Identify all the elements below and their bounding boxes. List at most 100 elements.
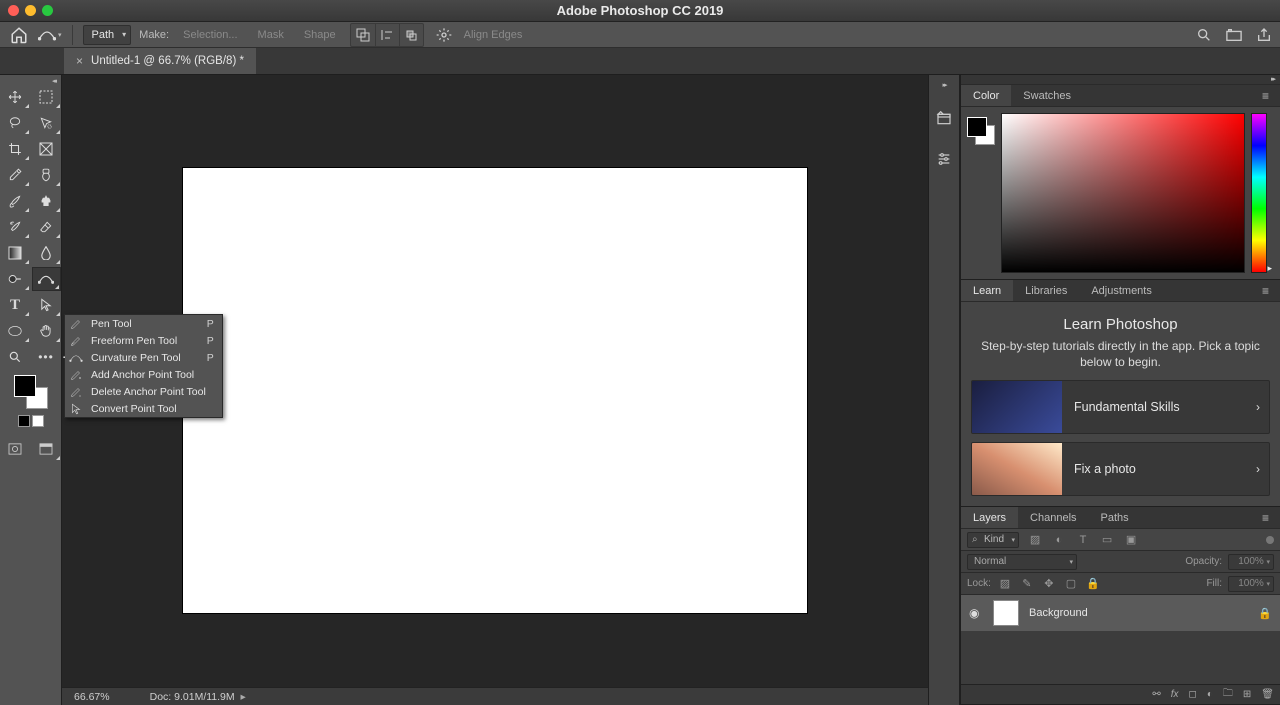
close-tab-icon[interactable]: ×	[76, 54, 83, 68]
link-layers-icon[interactable]: ⚯	[1152, 689, 1160, 700]
flyout-item-freeform-pen[interactable]: Freeform Pen Tool P	[65, 332, 222, 349]
color-field[interactable]	[1001, 113, 1245, 273]
tab-libraries[interactable]: Libraries	[1013, 280, 1079, 301]
collapse-panels-icon[interactable]: ▸▸	[961, 75, 1280, 85]
flyout-item-pen[interactable]: Pen Tool P	[65, 315, 222, 332]
frame-icon[interactable]	[1226, 28, 1242, 42]
flyout-item-delete-anchor[interactable]: Delete Anchor Point Tool	[65, 383, 222, 400]
history-panel-icon[interactable]	[934, 109, 954, 129]
lock-all-icon[interactable]: 🔒	[1085, 577, 1101, 590]
layer-style-icon[interactable]: fx	[1171, 689, 1179, 700]
window-maximize-button[interactable]	[42, 5, 53, 16]
collapse-toolbox-icon[interactable]: ◂◂	[52, 77, 61, 85]
search-icon[interactable]	[1196, 27, 1212, 43]
healing-brush-tool[interactable]	[32, 163, 61, 187]
new-layer-icon[interactable]: ⊞	[1243, 689, 1251, 700]
flyout-item-add-anchor[interactable]: Add Anchor Point Tool	[65, 366, 222, 383]
layer-mask-icon[interactable]: ◻	[1189, 689, 1197, 700]
eraser-tool[interactable]	[32, 215, 61, 239]
crop-tool[interactable]	[1, 137, 30, 161]
eyedropper-tool[interactable]	[1, 163, 30, 187]
lock-transparency-icon[interactable]: ▨	[997, 577, 1013, 590]
group-icon[interactable]: 🗀	[1223, 686, 1233, 703]
edit-toolbar-button[interactable]: •••	[32, 345, 61, 369]
fill-field[interactable]: 100%	[1228, 576, 1274, 592]
layer-item-background[interactable]: ◉ Background 🔒	[961, 595, 1280, 631]
share-icon[interactable]	[1256, 27, 1272, 43]
screen-mode-button[interactable]	[32, 437, 61, 461]
blur-tool[interactable]	[32, 241, 61, 265]
tab-learn[interactable]: Learn	[961, 280, 1013, 301]
move-tool[interactable]	[1, 85, 30, 109]
home-button[interactable]	[8, 24, 30, 46]
blend-mode-dropdown[interactable]: Normal	[967, 554, 1077, 570]
brush-tool[interactable]	[1, 189, 30, 213]
path-combine-icon[interactable]	[351, 24, 375, 46]
doc-info[interactable]: Doc: 9.01M/11.9M ▸	[150, 691, 246, 703]
active-tool-icon[interactable]: ▾	[38, 28, 62, 42]
filter-smart-icon[interactable]: ▣	[1123, 533, 1139, 546]
opacity-field[interactable]: 100%	[1228, 554, 1274, 570]
type-tool[interactable]: T	[1, 293, 30, 317]
panel-menu-icon[interactable]: ≡	[1262, 89, 1276, 101]
pen-tool[interactable]	[32, 267, 61, 291]
path-align-icon[interactable]	[375, 24, 399, 46]
document-tab[interactable]: × Untitled-1 @ 66.7% (RGB/8) *	[64, 48, 256, 74]
filter-type-icon[interactable]: T	[1075, 534, 1091, 546]
default-colors-button[interactable]	[18, 415, 44, 427]
delete-layer-icon[interactable]: 🗑	[1261, 689, 1274, 700]
properties-panel-icon[interactable]	[934, 149, 954, 169]
quick-mask-button[interactable]	[1, 437, 30, 461]
lock-image-icon[interactable]: ✎	[1019, 577, 1035, 590]
document-canvas[interactable]	[183, 168, 807, 613]
quick-selection-tool[interactable]	[32, 111, 61, 135]
zoom-tool[interactable]	[1, 345, 30, 369]
align-edges-label[interactable]: Align Edges	[464, 29, 523, 41]
make-mask-button[interactable]: Mask	[252, 29, 290, 41]
learn-tile-fundamental[interactable]: Fundamental Skills ›	[971, 380, 1270, 434]
gradient-tool[interactable]	[1, 241, 30, 265]
make-shape-button[interactable]: Shape	[298, 29, 342, 41]
lock-position-icon[interactable]: ✥	[1041, 577, 1057, 590]
path-options-icon[interactable]	[432, 24, 456, 46]
window-close-button[interactable]	[8, 5, 19, 16]
learn-tile-fix-photo[interactable]: Fix a photo ›	[971, 442, 1270, 496]
lock-artboard-icon[interactable]: ▢	[1063, 577, 1079, 590]
layer-filter-kind[interactable]: Kind	[967, 532, 1019, 548]
tab-color[interactable]: Color	[961, 85, 1011, 106]
frame-tool[interactable]	[32, 137, 61, 161]
hand-tool[interactable]	[32, 319, 61, 343]
visibility-toggle-icon[interactable]: ◉	[969, 606, 983, 620]
expand-dock-icon[interactable]: ▸▸	[942, 81, 945, 89]
make-selection-button[interactable]: Selection...	[177, 29, 243, 41]
path-arrange-icon[interactable]	[399, 24, 423, 46]
tab-channels[interactable]: Channels	[1018, 507, 1088, 528]
tool-mode-dropdown[interactable]: Path	[83, 25, 132, 45]
lasso-tool[interactable]	[1, 111, 30, 135]
shape-tool[interactable]	[1, 319, 30, 343]
window-minimize-button[interactable]	[25, 5, 36, 16]
layer-name[interactable]: Background	[1029, 607, 1248, 619]
filter-pixel-icon[interactable]: ▨	[1027, 533, 1043, 546]
filter-adjustment-icon[interactable]: ◐	[1051, 534, 1067, 546]
tab-layers[interactable]: Layers	[961, 507, 1018, 528]
filter-shape-icon[interactable]: ▭	[1099, 533, 1115, 546]
tab-adjustments[interactable]: Adjustments	[1079, 280, 1164, 301]
path-selection-tool[interactable]	[32, 293, 61, 317]
flyout-item-convert-point[interactable]: Convert Point Tool	[65, 400, 222, 417]
dodge-tool[interactable]	[1, 267, 30, 291]
clone-stamp-tool[interactable]	[32, 189, 61, 213]
tab-paths[interactable]: Paths	[1089, 507, 1141, 528]
zoom-level[interactable]: 66.67%	[74, 691, 110, 703]
tab-swatches[interactable]: Swatches	[1011, 85, 1083, 106]
color-swatches[interactable]	[14, 375, 48, 409]
panel-menu-icon[interactable]: ≡	[1262, 284, 1276, 296]
layer-thumbnail[interactable]	[993, 600, 1019, 626]
panel-menu-icon[interactable]: ≡	[1262, 511, 1276, 523]
lock-icon[interactable]: 🔒	[1258, 607, 1272, 620]
adjustment-layer-icon[interactable]: ◐	[1207, 689, 1213, 700]
hue-slider[interactable]: ▸	[1251, 113, 1267, 273]
flyout-item-curvature-pen[interactable]: Curvature Pen Tool P	[65, 349, 222, 366]
history-brush-tool[interactable]	[1, 215, 30, 239]
filter-toggle[interactable]	[1266, 536, 1274, 544]
